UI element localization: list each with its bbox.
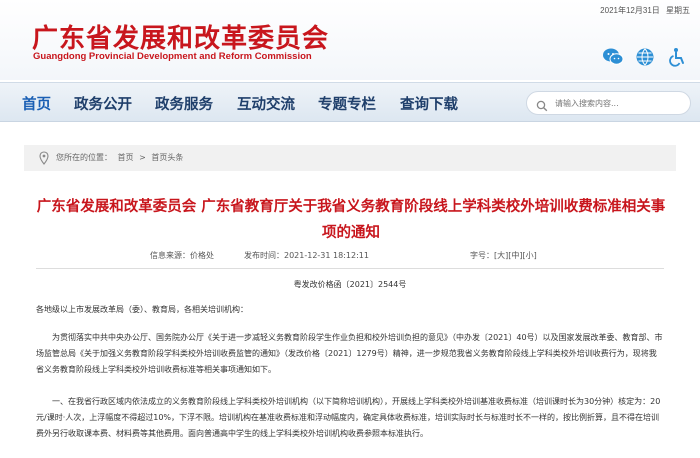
globe-icon[interactable]	[634, 46, 656, 68]
site-title[interactable]: 广东省发展和改革委员会	[32, 18, 329, 55]
search-icon[interactable]	[536, 97, 548, 116]
wechat-icon[interactable]	[602, 46, 624, 68]
breadcrumb-separator: >	[139, 153, 146, 162]
site-subtitle: Guangdong Provincial Development and Ref…	[33, 51, 312, 62]
nav-special-topics[interactable]: 专题专栏	[318, 93, 376, 114]
main-nav: 首页 政务公开 政务服务 互动交流 专题专栏 查询下载	[0, 82, 700, 122]
breadcrumb: 您所在的位置： 首页 > 首页头条	[24, 145, 676, 171]
breadcrumb-link-home[interactable]: 首页	[118, 153, 134, 162]
breadcrumb-prefix: 您所在的位置：	[56, 153, 112, 162]
font-size-medium[interactable]: [中]	[508, 251, 522, 260]
breadcrumb-trail: 您所在的位置： 首页 > 首页头条	[56, 152, 186, 163]
search-box	[526, 91, 691, 115]
article-publish-time: 发布时间：2021-12-31 18:12:11	[244, 251, 369, 260]
location-pin-icon	[39, 150, 49, 169]
nav-government-services[interactable]: 政务服务	[155, 93, 213, 114]
article-paragraph: 一、在我省行政区域内依法成立的义务教育阶段线上学科类校外培训机构（以下简称培训机…	[36, 397, 661, 438]
date-text: 2021年12月31日	[600, 6, 660, 15]
article-paragraph: 为贯彻落实中共中央办公厅、国务院办公厅《关于进一步减轻义务教育阶段学生作业负担和…	[36, 333, 663, 374]
date-display: 2021年12月31日 星期五	[596, 5, 690, 16]
article-title: 广东省发展和改革委员会 广东省教育厅关于我省义务教育阶段线上学科类校外培训收费标…	[36, 199, 666, 241]
font-size-controls: 字号：[大][中][小]	[470, 250, 537, 261]
header-tools	[602, 46, 688, 68]
weekday-text: 星期五	[666, 6, 690, 15]
document-number: 粤发改价格函〔2021〕2544号	[293, 280, 407, 289]
accessibility-icon[interactable]	[666, 46, 688, 68]
article-paragraph: 各地级以上市发展改革局（委）、教育局，各相关培训机构：	[36, 305, 248, 314]
site-header: 广东省发展和改革委员会 Guangdong Provincial Develop…	[0, 0, 700, 80]
nav-interaction[interactable]: 互动交流	[237, 93, 295, 114]
search-input[interactable]	[555, 95, 685, 111]
font-size-large[interactable]: [大]	[494, 251, 508, 260]
nav-government-affairs[interactable]: 政务公开	[74, 93, 132, 114]
font-size-small[interactable]: [小]	[523, 251, 537, 260]
article-source: 信息来源：价格处	[150, 251, 214, 260]
nav-query-download[interactable]: 查询下载	[400, 93, 458, 114]
nav-home[interactable]: 首页	[22, 93, 51, 114]
divider	[36, 268, 664, 269]
breadcrumb-link-headlines[interactable]: 首页头条	[151, 153, 183, 162]
font-size-label: 字号：	[470, 251, 494, 260]
